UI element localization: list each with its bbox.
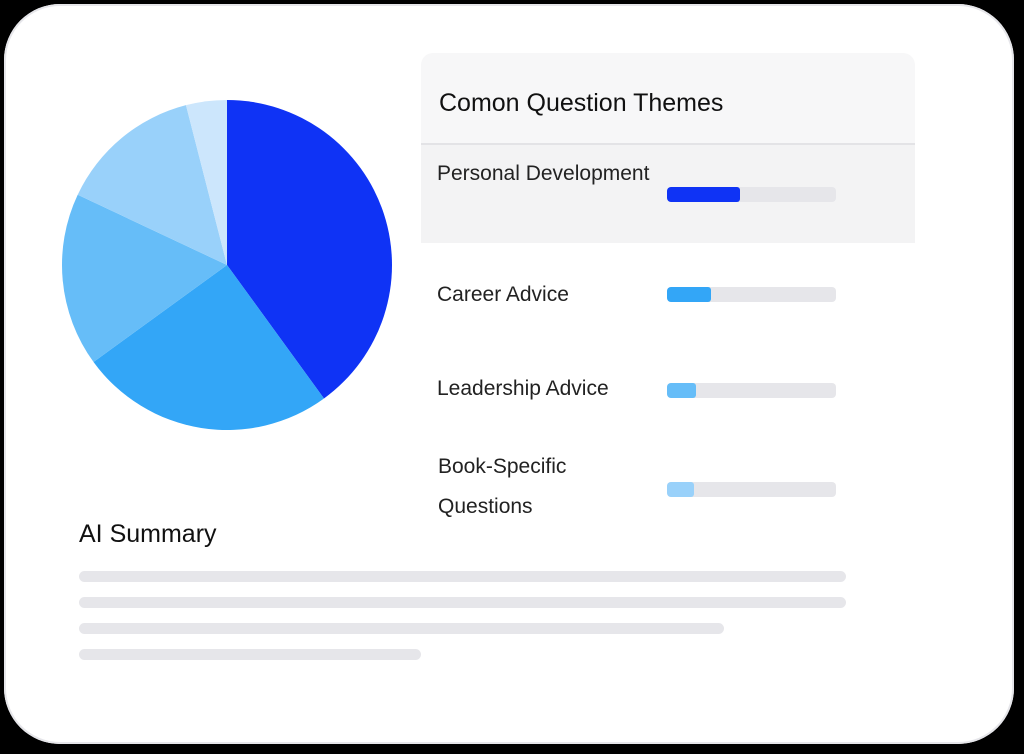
summary-placeholder-line <box>79 649 421 660</box>
theme-row-personal-development[interactable]: Personal Development <box>421 145 915 243</box>
theme-progress-fill <box>667 383 696 398</box>
theme-progress-fill <box>667 187 740 202</box>
theme-progress-bar <box>667 482 836 497</box>
question-themes-panel: Comon Question Themes Personal Developme… <box>421 53 915 523</box>
themes-title: Comon Question Themes <box>439 89 724 117</box>
theme-progress-fill <box>667 482 695 497</box>
theme-progress-bar <box>667 383 836 398</box>
summary-placeholder-line <box>79 623 724 634</box>
theme-row-career-advice[interactable]: Career Advice <box>421 269 915 319</box>
theme-label: Career Advice <box>437 283 569 306</box>
theme-progress-fill <box>667 287 711 302</box>
themes-header: Comon Question Themes <box>421 53 915 145</box>
theme-progress-bar <box>667 187 836 202</box>
theme-label: Personal Development <box>437 162 650 185</box>
ai-summary-title: AI Summary <box>79 520 217 548</box>
summary-placeholder-line <box>79 597 846 608</box>
theme-label: Book-Specific Questions <box>438 455 567 518</box>
summary-placeholder-line <box>79 571 846 582</box>
question-distribution-pie-chart <box>60 98 394 432</box>
theme-row-book-specific-questions[interactable]: Book-Specific Questions <box>421 447 915 527</box>
theme-row-leadership-advice[interactable]: Leadership Advice <box>421 365 915 415</box>
theme-progress-bar <box>667 287 836 302</box>
theme-label: Leadership Advice <box>437 377 609 400</box>
